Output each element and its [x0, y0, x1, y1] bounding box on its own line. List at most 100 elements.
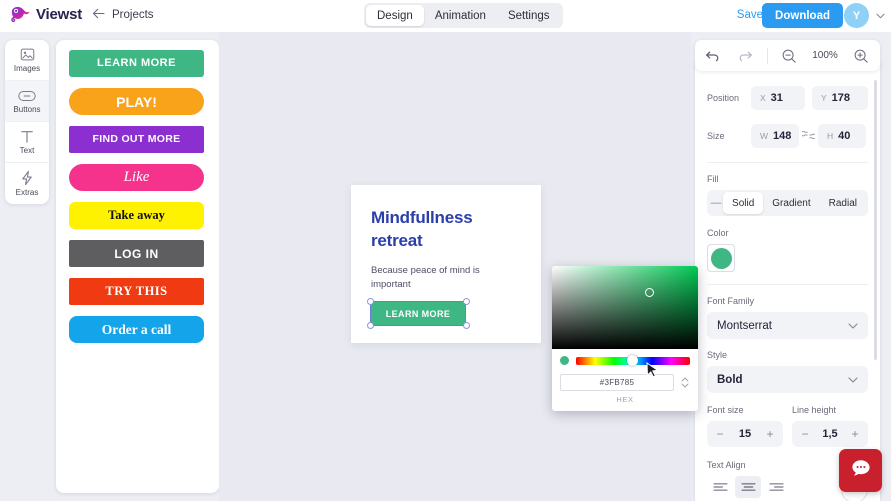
text-align-group: Text Align [707, 460, 797, 501]
position-row: Position X 31 Y 178 [707, 86, 868, 110]
minus-icon[interactable]: — [709, 197, 723, 209]
text-t-icon [20, 129, 34, 144]
undo-arrow-icon[interactable] [695, 40, 729, 71]
sidebar-item-extras[interactable]: Extras [5, 163, 49, 204]
position-y-value: 178 [831, 92, 851, 104]
saturation-cursor[interactable] [645, 288, 654, 297]
brand-name: Viewst [36, 6, 83, 23]
button-library-panel: LEARN MORE PLAY! FIND OUT MORE Like Take… [56, 40, 219, 493]
download-button[interactable]: Download [762, 3, 843, 28]
line-height-value: 1,5 [822, 428, 838, 440]
library-button-try-this[interactable]: TRY THIS [69, 278, 204, 305]
saturation-value-area[interactable] [552, 266, 698, 349]
hex-input[interactable]: #3FB785 [560, 374, 674, 391]
brand-logo[interactable]: Viewst [8, 3, 82, 26]
font-family-value: Montserrat [717, 319, 772, 332]
magnifier-plus-icon[interactable] [844, 40, 878, 71]
hex-caption: HEX [616, 395, 634, 404]
position-label: Position [707, 93, 740, 103]
tab-animation[interactable]: Animation [424, 5, 497, 26]
magnifier-minus-icon[interactable] [772, 40, 806, 71]
sidebar-item-images[interactable]: Images [5, 40, 49, 81]
line-height-decrement[interactable]: − [800, 427, 810, 441]
line-height-label: Line height [792, 405, 837, 415]
library-button-order-a-call[interactable]: Order a call [69, 316, 204, 343]
size-height-value: 40 [838, 130, 851, 142]
link-chain-icon[interactable] [800, 130, 817, 142]
sidebar-item-text[interactable]: Text [5, 122, 49, 163]
tab-design[interactable]: Design [366, 5, 424, 26]
size-width-field[interactable]: W 148 [751, 124, 799, 148]
color-picker-controls: #3FB785 HEX [552, 349, 698, 404]
sidebar-item-label-buttons: Buttons [13, 105, 41, 114]
back-to-projects-link[interactable]: Projects [92, 8, 154, 21]
redo-arrow-icon[interactable] [729, 40, 763, 71]
hue-slider[interactable] [576, 354, 690, 366]
artboard-subtitle[interactable]: Because peace of mind is important [371, 264, 516, 293]
resize-handle-bottom-left[interactable] [367, 322, 374, 329]
sidebar-item-buttons[interactable]: Buttons [5, 81, 49, 122]
artboard-title[interactable]: Mindfullness retreat [371, 207, 511, 253]
position-x-field[interactable]: X 31 [751, 86, 805, 110]
line-height-stepper[interactable]: − 1,5 + [792, 421, 868, 447]
artboard-cta-wrapper: LEARN MORE [367, 298, 470, 329]
library-button-take-away[interactable]: Take away [69, 202, 204, 229]
size-width-value: 148 [773, 130, 792, 142]
library-button-like[interactable]: Like [69, 164, 204, 191]
size-height-field[interactable]: H 40 [818, 124, 866, 148]
align-center-icon[interactable] [735, 476, 761, 498]
font-style-value: Bold [717, 373, 743, 386]
resize-handle-top-left[interactable] [367, 298, 374, 305]
font-size-increment[interactable]: + [765, 427, 775, 441]
avatar[interactable]: Y [844, 3, 869, 28]
fill-color-swatch-box[interactable] [707, 244, 735, 272]
font-family-label: Font Family [707, 296, 755, 306]
size-width-key: W [760, 131, 769, 141]
chevron-down-icon [848, 321, 858, 331]
text-align-label: Text Align [707, 460, 746, 470]
color-picker-popup[interactable]: #3FB785 HEX [552, 266, 698, 411]
library-button-play[interactable]: PLAY! [69, 88, 204, 115]
font-style-select[interactable]: Bold [707, 366, 868, 393]
fill-option-radial[interactable]: Radial [820, 192, 866, 214]
fill-label: Fill [707, 174, 719, 184]
line-height-increment[interactable]: + [850, 427, 860, 441]
resize-handle-top-right[interactable] [463, 298, 470, 305]
properties-scrollbar[interactable] [874, 80, 877, 360]
properties-panel: Position X 31 Y 178 Size W 148 H 40 Fill… [695, 58, 880, 501]
font-family-select[interactable]: Montserrat [707, 312, 868, 339]
resize-handle-bottom-right[interactable] [463, 322, 470, 329]
position-y-field[interactable]: Y 178 [812, 86, 868, 110]
font-size-stepper[interactable]: − 15 + [707, 421, 783, 447]
artboard-cta-button[interactable]: LEARN MORE [371, 302, 465, 325]
fill-color-swatch [710, 247, 732, 269]
chat-support-button[interactable] [839, 449, 882, 492]
mode-tabs: Design Animation Settings [364, 3, 563, 28]
stepper-updown-icon[interactable] [680, 377, 690, 388]
chevron-down-icon[interactable] [876, 11, 885, 21]
tab-settings[interactable]: Settings [497, 5, 561, 26]
app-root: Viewst Projects Design Animation Setting… [0, 0, 891, 501]
save-button[interactable]: Save [737, 9, 763, 21]
button-pill-icon [18, 88, 36, 103]
font-size-decrement[interactable]: − [715, 427, 725, 441]
position-x-key: X [760, 93, 766, 103]
zoom-level[interactable]: 100% [806, 50, 844, 61]
style-label: Style [707, 350, 728, 360]
hue-slider-knob[interactable] [627, 354, 639, 366]
size-height-key: H [827, 131, 834, 141]
fill-option-solid[interactable]: Solid [723, 192, 764, 214]
library-button-find-out-more[interactable]: FIND OUT MORE [69, 126, 204, 153]
align-right-icon[interactable] [763, 476, 789, 498]
size-label: Size [707, 131, 725, 141]
align-left-icon[interactable] [707, 476, 733, 498]
library-button-log-in[interactable]: LOG IN [69, 240, 204, 267]
library-button-learn-more[interactable]: LEARN MORE [69, 50, 204, 77]
fill-option-gradient[interactable]: Gradient [763, 192, 819, 214]
panel-divider-1 [707, 162, 868, 163]
artboard[interactable]: Mindfullness retreat Because peace of mi… [351, 185, 541, 343]
sidebar-item-label-extras: Extras [15, 187, 39, 197]
text-align-buttons [707, 476, 797, 498]
chat-bubble-icon [850, 458, 872, 483]
lightning-bolt-icon [20, 170, 34, 186]
